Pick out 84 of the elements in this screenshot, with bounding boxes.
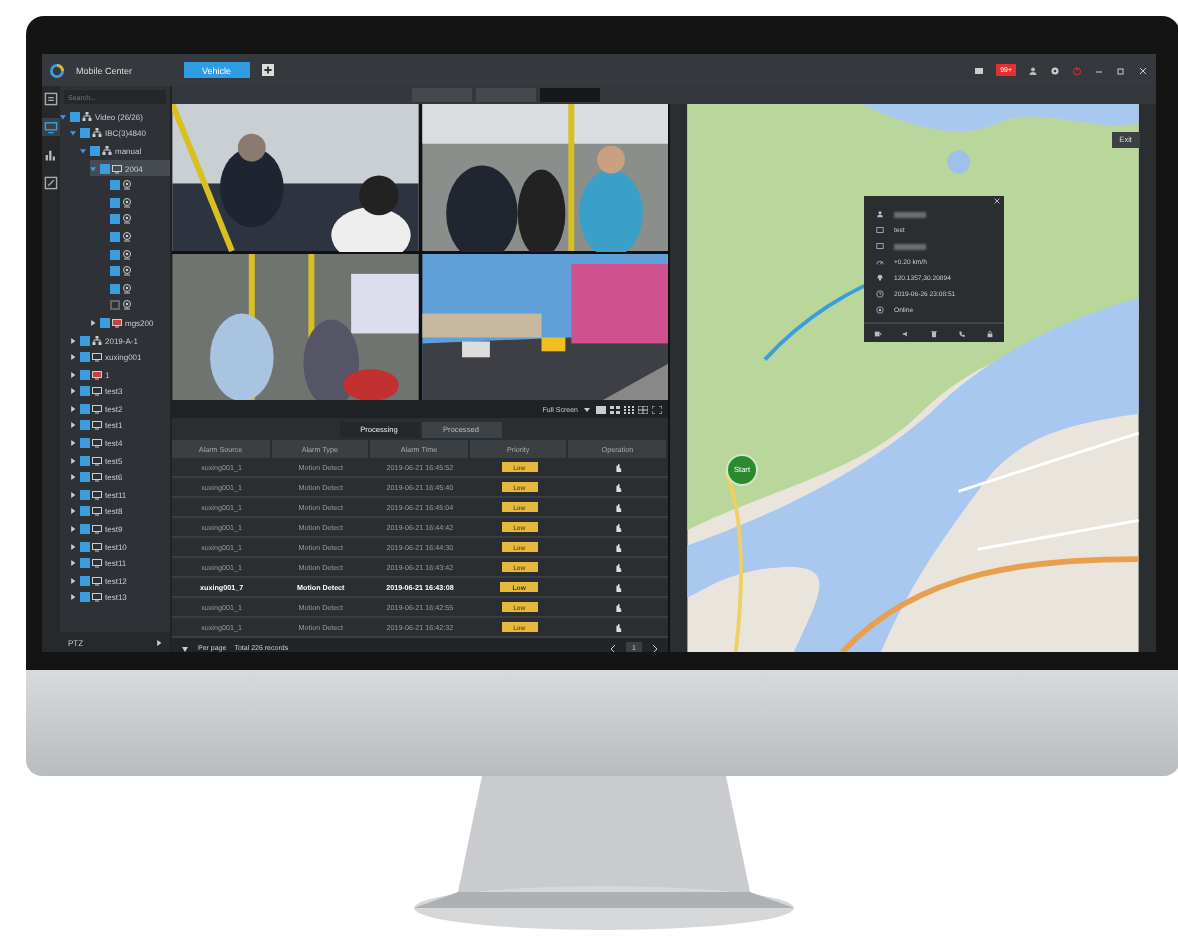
restore-icon[interactable] (1116, 65, 1126, 75)
monitor-icon (92, 386, 102, 397)
monitor-icon[interactable] (42, 118, 60, 136)
hand-icon[interactable] (614, 523, 623, 531)
hand-icon[interactable] (614, 503, 623, 511)
list-icon[interactable] (42, 90, 60, 108)
hierarchy-icon (92, 335, 102, 346)
caret-down-icon[interactable] (180, 643, 190, 652)
camera-icon (122, 266, 132, 277)
alarm-icon[interactable] (974, 65, 985, 75)
monitor-icon (92, 558, 102, 569)
checkbox[interactable] (79, 455, 89, 466)
monitor-icon (92, 369, 102, 380)
grid-layout-icon[interactable] (610, 405, 620, 413)
checkbox[interactable] (109, 231, 119, 242)
edit-icon[interactable] (42, 174, 60, 192)
add-tab-icon[interactable] (261, 64, 274, 76)
checkbox[interactable] (109, 283, 119, 294)
checkbox[interactable] (79, 352, 89, 363)
logo-icon (50, 63, 64, 77)
monitor-icon (92, 420, 102, 431)
hand-icon[interactable] (614, 603, 623, 611)
monitor-icon (92, 403, 102, 414)
monitor-icon (92, 472, 102, 483)
camera-icon (122, 249, 132, 260)
user-icon[interactable] (1028, 65, 1038, 75)
checkbox[interactable] (79, 335, 89, 346)
bar-chart-icon[interactable] (42, 146, 60, 164)
settings-icon[interactable] (1050, 65, 1060, 75)
monitor-icon (92, 541, 102, 552)
checkbox[interactable] (109, 197, 119, 208)
checkbox[interactable] (79, 575, 89, 586)
hierarchy-icon (102, 145, 112, 156)
checkbox[interactable] (79, 524, 89, 535)
hierarchy-icon (82, 111, 92, 122)
monitor-icon (92, 352, 102, 363)
grid-layout-icon[interactable] (624, 405, 634, 413)
checkbox[interactable] (79, 558, 89, 569)
camera-icon (122, 180, 132, 191)
monitor-icon (112, 163, 122, 174)
monitor-icon (92, 575, 102, 586)
close-icon[interactable] (1138, 65, 1148, 75)
hand-icon[interactable] (614, 583, 623, 591)
monitor-icon (92, 489, 102, 500)
hand-icon[interactable] (614, 543, 623, 551)
monitor-icon (92, 592, 102, 603)
checkbox[interactable] (79, 369, 89, 380)
grid-layout-icon[interactable] (638, 405, 648, 413)
checkbox[interactable] (79, 592, 89, 603)
monitor-icon (112, 317, 122, 328)
hierarchy-icon (92, 128, 102, 139)
caret-down-icon[interactable] (582, 405, 592, 413)
fullscreen-icon[interactable] (652, 405, 662, 413)
monitor-icon (92, 455, 102, 466)
checkbox[interactable] (109, 300, 119, 311)
checkbox[interactable] (79, 506, 89, 517)
checkbox[interactable] (79, 403, 89, 414)
checkbox[interactable] (79, 420, 89, 431)
power-icon[interactable] (1072, 65, 1082, 75)
checkbox[interactable] (79, 438, 89, 449)
hand-icon[interactable] (614, 563, 623, 571)
checkbox[interactable] (109, 180, 119, 191)
checkbox[interactable] (79, 489, 89, 500)
hand-icon[interactable] (614, 623, 623, 631)
camera-icon (122, 231, 132, 242)
monitor-icon (92, 524, 102, 535)
checkbox[interactable] (79, 541, 89, 552)
checkbox[interactable] (109, 266, 119, 277)
camera-icon (122, 283, 132, 294)
camera-icon (122, 214, 132, 225)
checkbox[interactable] (79, 386, 89, 397)
monitor-icon (92, 438, 102, 449)
checkbox[interactable] (109, 249, 119, 260)
caret-right-icon (156, 639, 162, 645)
hand-icon[interactable] (614, 463, 623, 471)
camera-icon (122, 197, 132, 208)
minimize-icon[interactable] (1094, 65, 1104, 75)
grid-layout-icon[interactable] (596, 405, 606, 413)
checkbox[interactable] (109, 214, 119, 225)
checkbox[interactable] (79, 472, 89, 483)
checkbox[interactable] (99, 317, 109, 328)
monitor-icon (92, 506, 102, 517)
hand-icon[interactable] (614, 483, 623, 491)
camera-icon (122, 300, 132, 311)
